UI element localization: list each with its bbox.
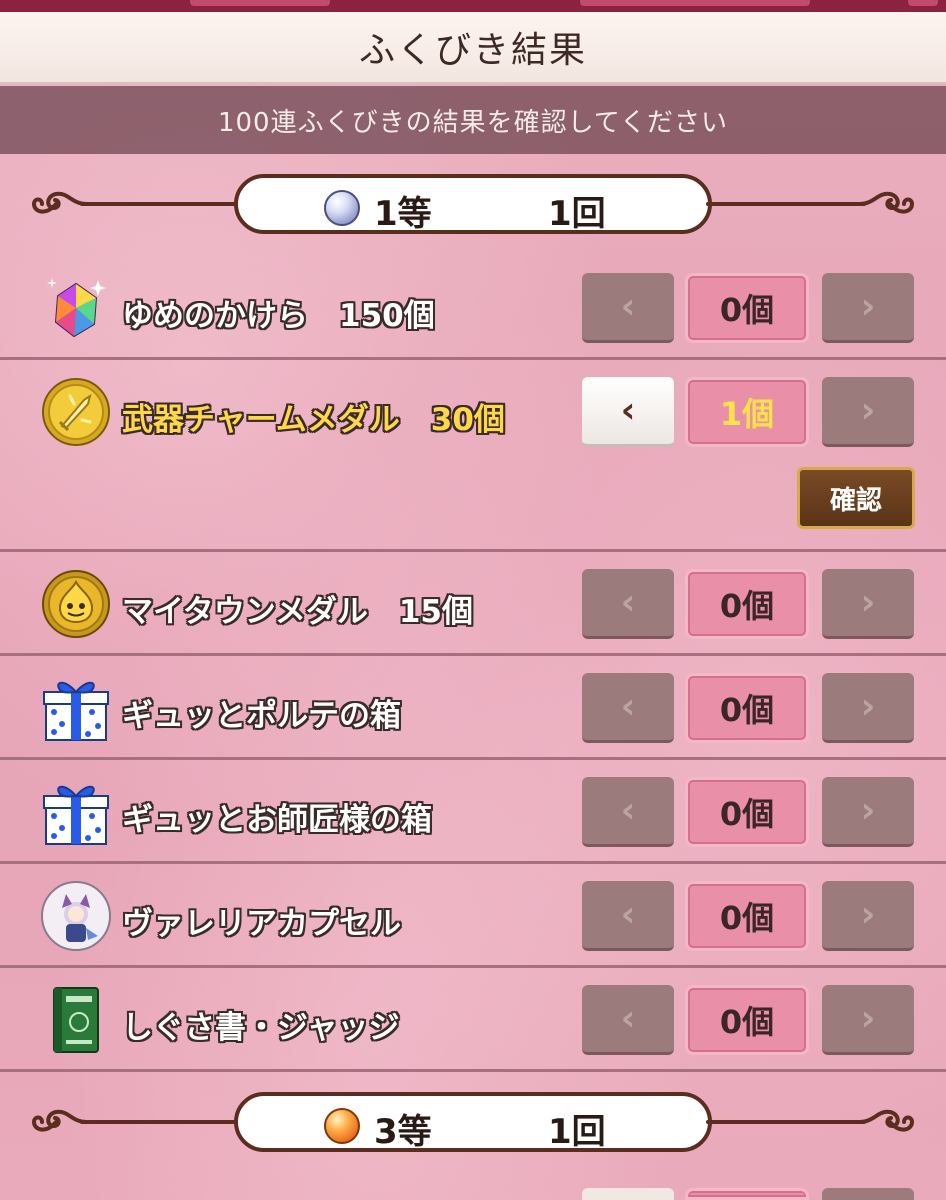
rank-label: 3等 [374, 1112, 432, 1152]
increase-button[interactable]: › [822, 377, 914, 447]
list-item: ヴァレリアカプセル ‹ 0個 › [0, 864, 946, 968]
decrease-button[interactable]: ‹ [582, 673, 674, 743]
subtitle-bar: 100連ふくびきの結果を確認してください [0, 86, 946, 154]
decrease-button[interactable]: ‹ [582, 377, 674, 447]
gift-box-icon [43, 681, 109, 741]
item-name: ギュッとポルテの箱 [122, 698, 401, 734]
instruction-text: 100連ふくびきの結果を確認してください [217, 107, 729, 138]
rank-label: 1等 [374, 194, 432, 234]
quantity-display: 0個 [685, 985, 809, 1055]
item-name: 武器チャームメダル 30個 [122, 402, 505, 438]
orange-orb-icon [324, 1108, 360, 1144]
character-capsule-icon [41, 881, 111, 951]
confirm-button[interactable]: 確認 [797, 467, 915, 529]
increase-button[interactable]: › [822, 881, 914, 951]
increase-button[interactable] [822, 1188, 914, 1200]
rank-count: 1回 [548, 1112, 606, 1152]
rank-3-header: 3等 1回 [0, 1090, 946, 1154]
rank-1-header: 1等 1回 [0, 172, 946, 236]
increase-button[interactable]: › [822, 777, 914, 847]
quantity-display: 0個 [685, 569, 809, 639]
list-item: マイタウンメダル 15個 ‹ 0個 › [0, 552, 946, 656]
rank-pill: 1等 1回 [234, 174, 712, 234]
title-bar: ふくびき結果 [0, 12, 946, 84]
decrease-button[interactable]: ‹ [582, 273, 674, 343]
quantity-display: 0個 [685, 881, 809, 951]
quantity-display: 0個 [685, 777, 809, 847]
list-item: しぐさ書・ジャッジ ‹ 0個 › [0, 968, 946, 1072]
rank-pill: 3等 1回 [234, 1092, 712, 1152]
quantity-display: 0個 [685, 673, 809, 743]
decrease-button[interactable]: ‹ [582, 777, 674, 847]
item-name: ゆめのかけら 150個 [122, 298, 435, 334]
increase-button[interactable]: › [822, 273, 914, 343]
decrease-button[interactable]: ‹ [582, 881, 674, 951]
item-name: しぐさ書・ジャッジ [122, 1010, 400, 1046]
flourish-right-icon [858, 191, 915, 214]
rank-count: 1回 [548, 194, 606, 234]
flourish-right-icon [858, 1109, 915, 1132]
decrease-button[interactable]: ‹ [582, 985, 674, 1055]
pearl-orb-icon [324, 190, 360, 226]
decrease-button[interactable]: ‹ [582, 569, 674, 639]
page-title: ふくびき結果 [358, 30, 587, 71]
list-item: ギュッとポルテの箱 ‹ 0個 › [0, 656, 946, 760]
flourish-left-icon [31, 1109, 88, 1132]
gold-slime-medal-icon [42, 570, 110, 638]
gift-box-icon [43, 785, 109, 845]
increase-button[interactable]: › [822, 985, 914, 1055]
list-item: ギュッとお師匠様の箱 ‹ 0個 › [0, 760, 946, 864]
quantity-display: 0個 [685, 273, 809, 343]
rainbow-crystal-icon [47, 278, 106, 338]
increase-button[interactable]: › [822, 569, 914, 639]
green-book-icon [53, 987, 99, 1053]
item-name: ヴァレリアカプセル [122, 906, 401, 942]
list-item: ゆめのかけら 150個 ‹ 0個 › [0, 256, 946, 360]
item-name: ギュッとお師匠様の箱 [122, 802, 432, 838]
gold-sword-medal-icon [42, 378, 110, 446]
increase-button[interactable]: › [822, 673, 914, 743]
quantity-display [685, 1188, 809, 1200]
flourish-left-icon [31, 191, 88, 214]
top-strip [0, 0, 946, 12]
decrease-button[interactable] [582, 1188, 674, 1200]
quantity-display: 1個 [685, 377, 809, 447]
item-name: マイタウンメダル 15個 [122, 594, 473, 630]
